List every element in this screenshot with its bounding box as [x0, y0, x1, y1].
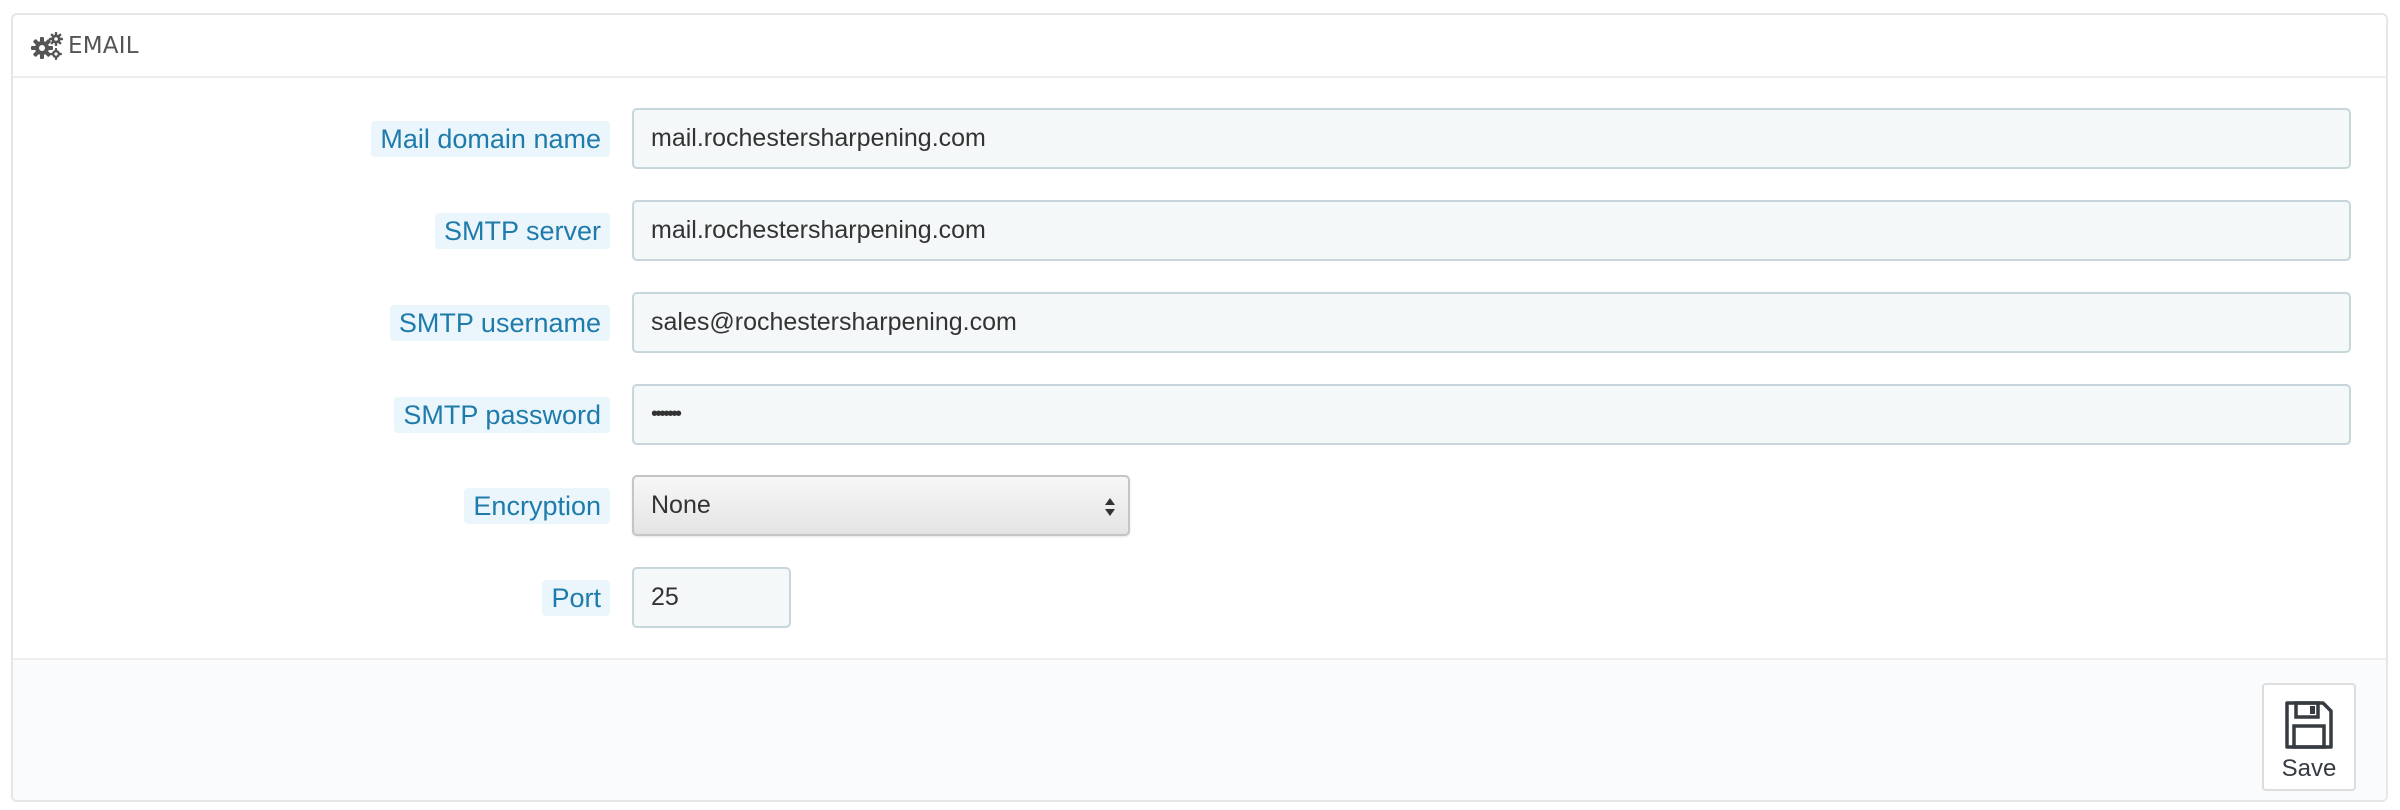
- form-row-mail-domain: Mail domain name mail.rochestersharpenin…: [13, 108, 2386, 170]
- gears-icon: [30, 31, 64, 61]
- smtp-username-label: SMTP username: [389, 305, 610, 341]
- port-label: Port: [542, 580, 610, 616]
- encryption-value: None: [651, 491, 711, 519]
- save-label: Save: [2281, 755, 2337, 782]
- form-row-port: Port 25: [13, 567, 2386, 629]
- form-row-smtp-server: SMTP server mail.rochestersharpening.com: [13, 200, 2386, 262]
- mail-domain-value: mail.rochestersharpening.com: [651, 124, 986, 152]
- panel-heading: EMAIL: [13, 15, 2386, 78]
- port-value: 25: [651, 583, 679, 611]
- smtp-password-input[interactable]: •••••••: [632, 384, 2351, 445]
- save-button[interactable]: Save: [2262, 683, 2356, 791]
- encryption-select[interactable]: None: [632, 475, 1130, 536]
- mail-domain-label: Mail domain name: [371, 121, 610, 157]
- encryption-label: Encryption: [464, 488, 610, 524]
- smtp-server-label: SMTP server: [434, 213, 610, 249]
- port-input[interactable]: 25: [632, 567, 791, 628]
- smtp-username-input[interactable]: sales@rochestersharpening.com: [632, 292, 2351, 353]
- smtp-username-value: sales@rochestersharpening.com: [651, 308, 1017, 336]
- panel-footer: Save: [13, 658, 2386, 800]
- form-row-encryption: Encryption None: [13, 475, 2386, 537]
- floppy-disk-icon: [2283, 699, 2335, 751]
- smtp-server-value: mail.rochestersharpening.com: [651, 216, 986, 244]
- form-row-smtp-username: SMTP username sales@rochestersharpening.…: [13, 292, 2386, 354]
- smtp-password-value: •••••••: [651, 403, 682, 425]
- mail-domain-input[interactable]: mail.rochestersharpening.com: [632, 108, 2351, 169]
- smtp-password-label: SMTP password: [394, 397, 610, 433]
- email-settings-panel: EMAIL Mail domain name mail.rochestersha…: [11, 13, 2388, 802]
- smtp-server-input[interactable]: mail.rochestersharpening.com: [632, 200, 2351, 261]
- select-arrows-icon: [1104, 496, 1116, 518]
- form-row-smtp-password: SMTP password •••••••: [13, 384, 2386, 446]
- panel-title: EMAIL: [68, 32, 139, 59]
